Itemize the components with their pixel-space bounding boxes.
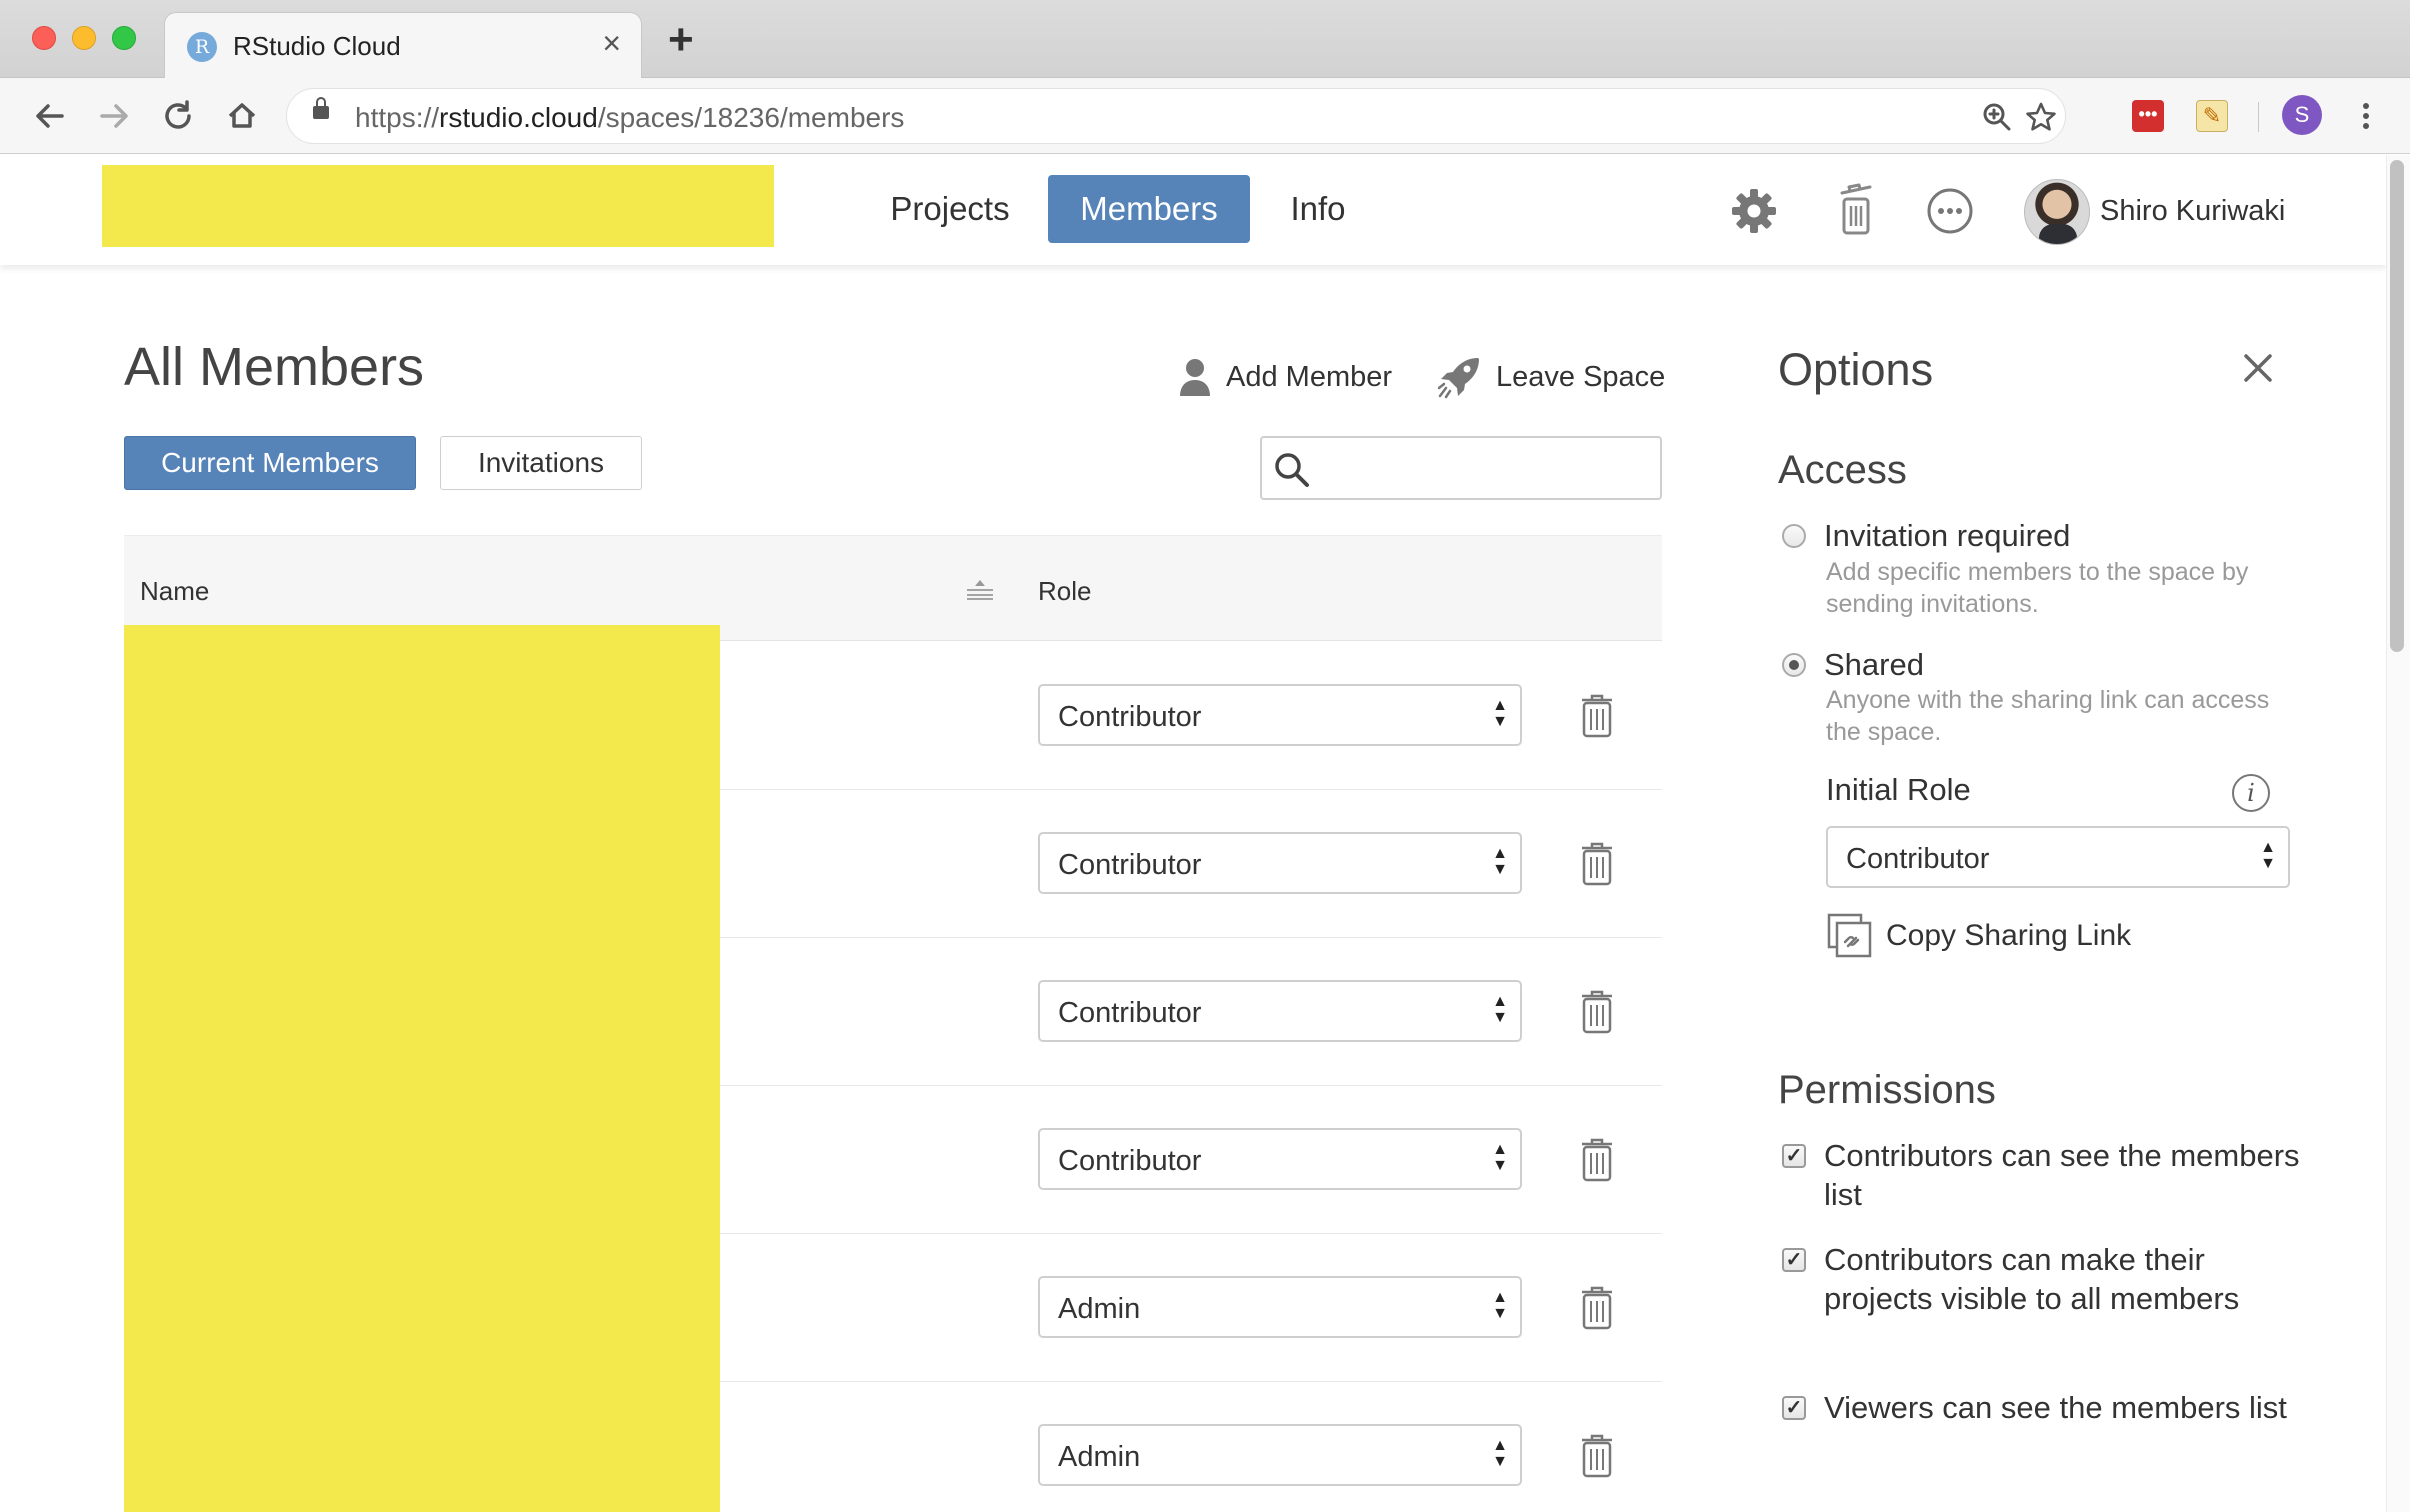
select-arrows-icon: ▲ ▼ xyxy=(1492,1437,1508,1470)
browser-toolbar: https://rstudio.cloud/spaces/18236/membe… xyxy=(0,78,2410,154)
delete-member-icon[interactable] xyxy=(1580,1434,1614,1483)
select-arrows-icon: ▲ ▼ xyxy=(1492,845,1508,878)
tab-close-icon[interactable]: × xyxy=(602,27,621,59)
search-input[interactable] xyxy=(1324,446,1644,490)
window-zoom-button[interactable] xyxy=(112,26,136,50)
add-member-label: Add Member xyxy=(1226,360,1393,393)
nav-projects[interactable]: Projects xyxy=(870,175,1030,243)
lock-icon xyxy=(313,97,329,119)
perm-projects-visible-checkbox[interactable]: ✓ xyxy=(1782,1248,1806,1272)
perm-viewers-members-label[interactable]: Viewers can see the members list xyxy=(1824,1388,2314,1427)
select-arrows-icon: ▲ ▼ xyxy=(1492,1141,1508,1174)
notepad-extension-icon[interactable]: ✎ xyxy=(2196,100,2228,132)
permissions-title: Permissions xyxy=(1778,1068,1996,1112)
tab-current-members[interactable]: Current Members xyxy=(124,436,416,490)
initial-role-label: Initial Role xyxy=(1826,772,1971,807)
perm-viewers-members-checkbox[interactable]: ✓ xyxy=(1782,1396,1806,1420)
gear-icon[interactable] xyxy=(1724,181,1784,241)
home-icon[interactable] xyxy=(220,94,264,138)
search-field[interactable] xyxy=(1260,436,1662,500)
select-arrows-icon: ▲ ▼ xyxy=(1492,697,1508,730)
role-select[interactable]: Admin ▲ ▼ xyxy=(1038,1424,1522,1486)
profile-icon[interactable]: S xyxy=(2282,95,2322,135)
search-icon xyxy=(1275,453,1309,487)
person-icon xyxy=(1180,359,1210,396)
role-select[interactable]: Contributor ▲ ▼ xyxy=(1038,1128,1522,1190)
delete-member-icon[interactable] xyxy=(1580,842,1614,891)
access-title: Access xyxy=(1778,448,1907,492)
trash-icon[interactable] xyxy=(1826,181,1886,241)
select-arrows-icon: ▲ ▼ xyxy=(2260,839,2276,872)
leave-space-button[interactable]: Leave Space xyxy=(1436,355,1665,399)
avatar[interactable] xyxy=(2024,179,2090,245)
column-header-role[interactable]: Role xyxy=(1038,576,1091,607)
add-member-button[interactable]: Add Member xyxy=(1178,355,1392,399)
scrollbar-thumb[interactable] xyxy=(2390,160,2404,652)
select-arrows-icon: ▲ ▼ xyxy=(1492,993,1508,1026)
nav-info[interactable]: Info xyxy=(1270,175,1366,243)
delete-member-icon[interactable] xyxy=(1580,1286,1614,1335)
invitation-required-desc: Add specific members to the space by sen… xyxy=(1826,558,2249,618)
delete-member-icon[interactable] xyxy=(1580,1138,1614,1187)
window-close-button[interactable] xyxy=(32,26,56,50)
page-title: All Members xyxy=(124,337,425,397)
rstudio-favicon-icon: R xyxy=(187,32,217,62)
column-header-name[interactable]: Name xyxy=(140,576,209,607)
url-text[interactable]: https://rstudio.cloud/spaces/18236/membe… xyxy=(355,102,904,134)
perm-projects-visible-label[interactable]: Contributors can make their projects vis… xyxy=(1824,1240,2314,1318)
invitation-required-radio[interactable] xyxy=(1782,524,1806,548)
forward-icon[interactable] xyxy=(92,94,136,138)
shared-label[interactable]: Shared xyxy=(1824,647,1924,683)
leave-space-label: Leave Space xyxy=(1496,360,1666,393)
perm-members-list-checkbox[interactable]: ✓ xyxy=(1782,1144,1806,1168)
user-name[interactable]: Shiro Kuriwaki xyxy=(2100,195,2285,228)
shared-radio[interactable] xyxy=(1782,653,1806,677)
menu-icon[interactable] xyxy=(2354,94,2378,138)
nav-members[interactable]: Members xyxy=(1048,175,1250,243)
copy-sharing-link-label: Copy Sharing Link xyxy=(1886,919,2132,952)
delete-member-icon[interactable] xyxy=(1580,990,1614,1039)
role-select[interactable]: Contributor ▲ ▼ xyxy=(1038,684,1522,746)
role-select[interactable]: Admin ▲ ▼ xyxy=(1038,1276,1522,1338)
window-minimize-button[interactable] xyxy=(72,26,96,50)
role-select[interactable]: Contributor ▲ ▼ xyxy=(1038,832,1522,894)
new-tab-button[interactable]: + xyxy=(668,18,694,62)
initial-role-select[interactable]: Contributor ▲ ▼ xyxy=(1826,826,2290,888)
select-arrows-icon: ▲ ▼ xyxy=(1492,1289,1508,1322)
tab-title: RStudio Cloud xyxy=(233,31,401,61)
shared-desc: Anyone with the sharing link can access … xyxy=(1826,686,2270,746)
options-title: Options xyxy=(1778,344,1934,395)
more-icon[interactable] xyxy=(1920,181,1980,241)
perm-members-list-label[interactable]: Contributors can see the members list xyxy=(1824,1136,2314,1214)
role-select[interactable]: Contributor ▲ ▼ xyxy=(1038,980,1522,1042)
redacted-logo xyxy=(102,165,774,247)
tab-invitations[interactable]: Invitations xyxy=(440,436,642,490)
rocket-icon xyxy=(1437,358,1479,399)
app-header: Projects Members Info Shiro Kuriwaki xyxy=(0,155,2386,265)
delete-member-icon[interactable] xyxy=(1580,694,1614,743)
browser-tab-strip: R RStudio Cloud × + xyxy=(0,0,2410,79)
close-icon[interactable] xyxy=(2238,348,2278,388)
invitation-required-label[interactable]: Invitation required xyxy=(1824,518,2070,554)
copy-sharing-link-button[interactable]: Copy Sharing Link xyxy=(1826,910,2131,962)
back-icon[interactable] xyxy=(28,94,72,138)
sort-icon[interactable] xyxy=(964,578,996,605)
zoom-icon[interactable] xyxy=(1977,97,2017,137)
extension-icon[interactable]: ••• xyxy=(2132,100,2164,132)
redacted-member-names xyxy=(124,625,720,1512)
browser-tab[interactable]: R RStudio Cloud × xyxy=(164,12,642,79)
copy-link-icon xyxy=(1827,913,1872,958)
address-bar[interactable]: https://rstudio.cloud/spaces/18236/membe… xyxy=(286,88,2066,144)
toolbar-separator xyxy=(2258,102,2259,132)
reload-icon[interactable] xyxy=(156,94,200,138)
star-icon[interactable] xyxy=(2021,97,2061,137)
info-icon[interactable]: i xyxy=(2232,774,2270,812)
